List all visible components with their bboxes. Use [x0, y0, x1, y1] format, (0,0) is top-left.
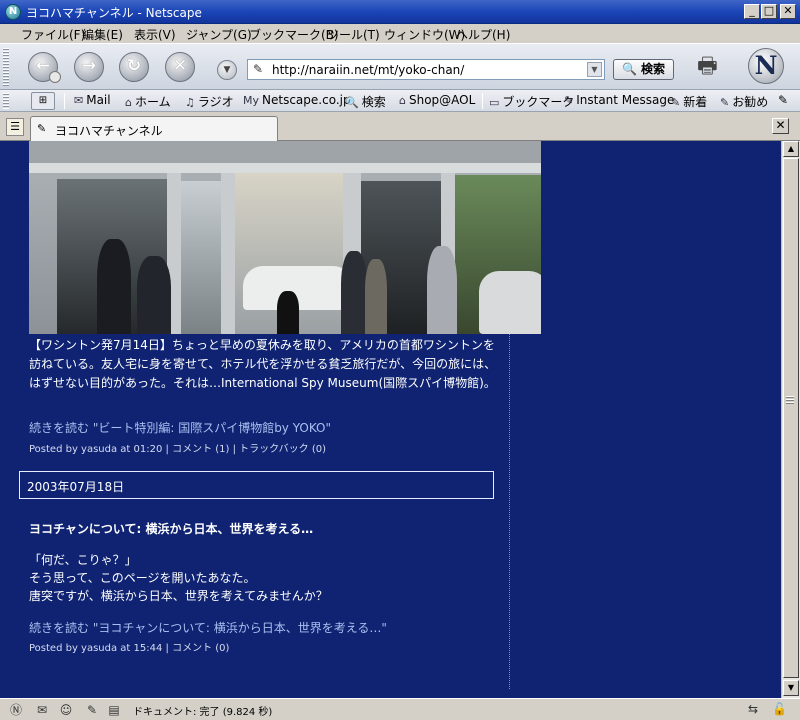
scroll-grip: [786, 396, 794, 404]
spy-museum-photo: [29, 141, 541, 334]
comment-link[interactable]: コメント (1): [172, 444, 229, 455]
menu-window[interactable]: ウィンドウ(W): [384, 26, 465, 43]
mail-icon[interactable]: ✉: [34, 702, 50, 718]
post-meta: Posted by yasuda at 01:20 | コメント (1) | ト…: [29, 444, 326, 455]
navigator-icon[interactable]: Ⓝ: [8, 702, 24, 718]
my-netscape-icon: My: [243, 94, 260, 107]
bookmark-search[interactable]: 🔍 検索: [345, 93, 386, 110]
url-text[interactable]: http://naraiin.net/mt/yoko-chan/: [272, 63, 464, 77]
print-icon[interactable]: 🖶: [697, 52, 731, 82]
menu-bookmarks[interactable]: ブックマーク(B): [249, 26, 339, 43]
address-bar[interactable]: ✎ http://naraiin.net/mt/yoko-chan/ ▼: [247, 59, 605, 80]
divider: [482, 93, 483, 109]
column-divider: [509, 334, 510, 689]
shop-icon: ⌂: [399, 94, 406, 107]
bookmark-netscape-co-jp[interactable]: My Netscape.co.jp: [243, 93, 351, 107]
sidebar-toggle-icon[interactable]: ☰: [6, 118, 24, 136]
menu-view[interactable]: 表示(V): [134, 26, 176, 43]
url-dropdown-icon[interactable]: ▼: [587, 62, 602, 77]
address-book-icon[interactable]: ▤: [106, 702, 122, 718]
bookmarks-folder[interactable]: ▭ ブックマーク: [489, 93, 574, 110]
status-text: ドキュメント: 完了 (9.824 秒): [133, 707, 273, 718]
trackback-link[interactable]: トラックバック (0): [239, 444, 326, 455]
bookmark-instant-message[interactable]: ✎ Instant Message: [564, 93, 674, 107]
bookmark-shop-aol[interactable]: ⌂ Shop@AOL: [399, 93, 475, 107]
page-content: 【ワシントン発7月14日】ちょっと早めの夏休みを取り、アメリカの首都ワシントンを…: [0, 141, 781, 698]
tab-label: ヨコハマチャンネル: [55, 124, 163, 138]
security-lock-icon[interactable]: 🔓: [772, 702, 787, 716]
connection-icon: ⇆: [748, 702, 759, 716]
article-line: 唐突ですが、横浜から日本、世界を考えてみませんか？: [29, 589, 328, 603]
mail-icon: ✉: [74, 94, 84, 107]
scroll-up-button[interactable]: ▲: [783, 141, 799, 157]
tab-yokohama-channel[interactable]: ✎ ヨコハマチャンネル: [30, 116, 278, 141]
window-title: ヨコハマチャンネル - Netscape: [26, 6, 202, 20]
article-line: 「何だ、こりゃ？」: [29, 553, 137, 567]
status-bar: Ⓝ ✉ ☺ ✎ ▤ ドキュメント: 完了 (9.824 秒) ⇆ 🔓: [0, 698, 800, 720]
scroll-thumb[interactable]: [783, 158, 799, 678]
read-more-link[interactable]: 続きを読む "ヨコチャンについて: 横浜から日本、世界を考える…": [29, 619, 387, 636]
toolbar-grip[interactable]: [3, 48, 9, 86]
menu-help[interactable]: ヘルプ(H): [456, 26, 510, 43]
search-icon: 🔍: [345, 96, 359, 109]
netscape-logo[interactable]: N: [748, 48, 784, 84]
home-icon: ⌂: [125, 96, 132, 109]
navigation-toolbar: ← → ↻ ✕ ▼ ✎ http://naraiin.net/mt/yoko-c…: [0, 43, 800, 90]
title-bar: N ヨコハマチャンネル - Netscape _ □ ✕: [0, 0, 800, 24]
new-tab-icon[interactable]: ⊞: [31, 92, 55, 110]
maximize-button[interactable]: □: [761, 4, 777, 19]
headphones-icon: ♫: [185, 96, 195, 109]
composer-icon[interactable]: ✎: [84, 702, 100, 718]
back-button[interactable]: ←: [28, 52, 61, 83]
netscape-app-icon[interactable]: N: [5, 4, 21, 20]
reload-button[interactable]: ↻: [119, 52, 149, 82]
article-title: ヨコチャンについて: 横浜から日本、世界を考える…: [29, 522, 314, 536]
bookmark-recommended[interactable]: ✎ お勧め: [720, 93, 768, 110]
menu-edit[interactable]: 編集(E): [82, 26, 123, 43]
page-icon: ✎: [37, 122, 47, 135]
menu-bar: ファイル(F) 編集(E) 表示(V) ジャンプ(G) ブックマーク(B) ツー…: [0, 24, 800, 43]
stop-button[interactable]: ✕: [165, 52, 195, 82]
article-line: そう思って、このページを開いたあなた。: [29, 571, 256, 585]
post-author-time: Posted by yasuda at 15:44: [29, 643, 163, 654]
menu-tools[interactable]: ツール(T): [327, 26, 380, 43]
bookmark-icon: ✎: [671, 96, 681, 109]
bookmark-overflow-icon[interactable]: ✎: [778, 93, 788, 107]
personal-toolbar: ⊞ ✉ Mail ⌂ ホーム ♫ ラジオ My Netscape.co.jp 🔍 検索 ⌂…: [0, 90, 800, 112]
menu-file[interactable]: ファイル(F): [21, 26, 85, 43]
bookmark-mail[interactable]: ✉ Mail: [74, 93, 111, 107]
tab-bar: ☰ ✎ ヨコハマチャンネル ✕: [0, 113, 800, 141]
instant-message-icon[interactable]: ☺: [58, 702, 74, 718]
divider: [64, 93, 65, 109]
post-meta: Posted by yasuda at 15:44 | コメント (0): [29, 643, 230, 654]
bookmark-radio[interactable]: ♫ ラジオ: [185, 93, 234, 110]
bookmark-icon: ✎: [720, 96, 730, 109]
toolbar-grip[interactable]: [3, 93, 9, 109]
minimize-button[interactable]: _: [744, 4, 760, 19]
date-header: 2003年07月18日: [19, 471, 494, 499]
article-summary: 【ワシントン発7月14日】ちょっと早めの夏休みを取り、アメリカの首都ワシントンを…: [29, 338, 497, 390]
post-author-time: Posted by yasuda at 01:20: [29, 444, 163, 455]
scroll-down-button[interactable]: ▼: [783, 680, 799, 696]
menu-go[interactable]: ジャンプ(G): [186, 26, 252, 43]
page-icon: ✎: [253, 62, 264, 76]
folder-icon: ▭: [489, 96, 500, 109]
bookmark-icon: ✎: [564, 94, 574, 107]
read-more-link[interactable]: 続きを読む "ビート特別編: 国際スパイ博物館by YOKO": [29, 419, 331, 436]
vertical-scrollbar[interactable]: ▲ ▼: [781, 141, 800, 698]
search-button[interactable]: 🔍 検索: [613, 59, 674, 80]
close-tab-button[interactable]: ✕: [772, 118, 789, 134]
bookmark-home[interactable]: ⌂ ホーム: [125, 93, 171, 110]
forward-button[interactable]: →: [74, 52, 104, 82]
comment-link[interactable]: コメント (0): [172, 643, 229, 654]
bookmark-new[interactable]: ✎ 新着: [671, 93, 707, 110]
close-window-button[interactable]: ✕: [780, 4, 796, 19]
url-history-dropdown[interactable]: ▼: [217, 60, 237, 80]
